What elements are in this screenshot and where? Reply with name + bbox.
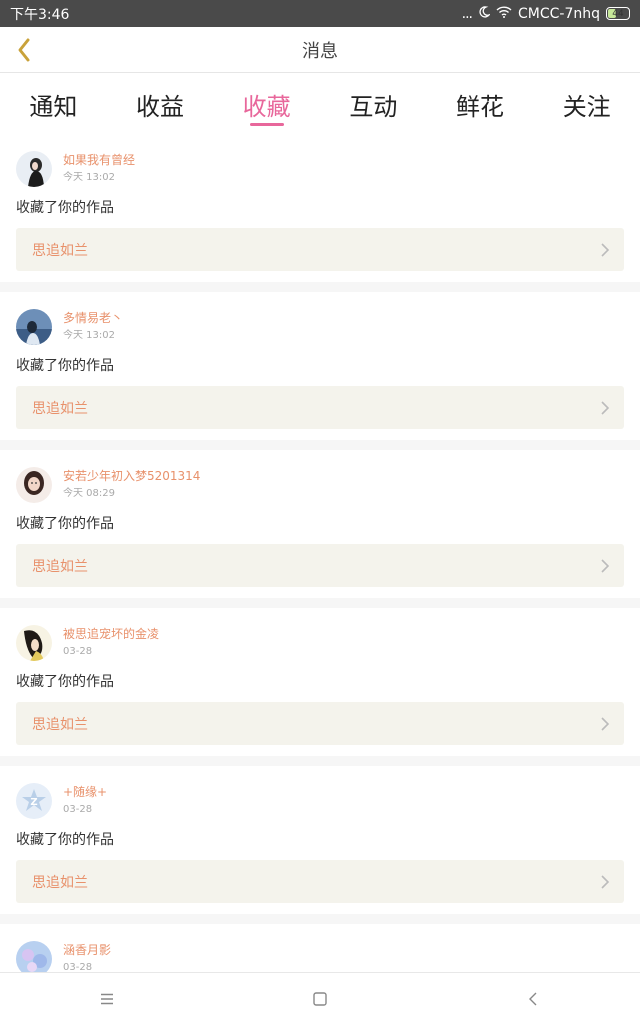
battery-level: 44 <box>612 8 624 19</box>
status-bar: 下午3:46 ... CMCC-7nhq 44 <box>0 0 640 27</box>
username[interactable]: 被思追宠坏的金凌 <box>63 626 159 642</box>
list-item: 如果我有曾经 今天 13:02 收藏了你的作品 思追如兰 <box>0 134 640 282</box>
square-home-icon <box>313 991 327 1006</box>
work-link[interactable]: 思追如兰 <box>16 386 624 429</box>
category-tabs: 通知 收益 收藏 互动 鲜花 关注 <box>0 74 640 134</box>
list-item: 多情易老丶 今天 13:02 收藏了你的作品 思追如兰 <box>0 292 640 440</box>
tab-favorites[interactable]: 收藏 <box>213 74 320 134</box>
menu-icon <box>100 993 113 1004</box>
list-item: 被思追宠坏的金凌 03-28 收藏了你的作品 思追如兰 <box>0 608 640 756</box>
chevron-right-icon <box>601 558 610 573</box>
list-item: Z +随缘+ 03-28 收藏了你的作品 思追如兰 <box>0 766 640 914</box>
avatar[interactable] <box>16 309 52 345</box>
chevron-right-icon <box>601 874 610 889</box>
work-link[interactable]: 思追如兰 <box>16 544 624 587</box>
list-item: 涵香月影 03-28 <box>0 924 640 972</box>
tab-interactions[interactable]: 互动 <box>320 74 427 134</box>
home-button[interactable] <box>290 979 350 1019</box>
username[interactable]: 如果我有曾经 <box>63 152 135 168</box>
avatar[interactable] <box>16 467 52 503</box>
action-text: 收藏了你的作品 <box>16 358 114 374</box>
work-link[interactable]: 思追如兰 <box>16 860 624 903</box>
avatar[interactable]: Z <box>16 783 52 819</box>
back-button[interactable] <box>6 32 42 68</box>
more-dots-icon: ... <box>461 5 473 22</box>
timestamp: 今天 13:02 <box>63 172 115 183</box>
svg-text:Z: Z <box>30 797 37 808</box>
tab-label: 收益 <box>136 92 184 121</box>
status-indicators: ... CMCC-7nhq 44 <box>462 6 630 22</box>
system-nav-bar <box>0 972 640 1024</box>
work-title: 思追如兰 <box>32 400 88 417</box>
action-text: 收藏了你的作品 <box>16 674 114 690</box>
chevron-right-icon <box>601 716 610 731</box>
triangle-back-icon <box>529 992 537 1005</box>
tab-follows[interactable]: 关注 <box>533 74 640 134</box>
tab-flowers[interactable]: 鲜花 <box>427 74 534 134</box>
avatar[interactable] <box>16 151 52 187</box>
action-text: 收藏了你的作品 <box>16 832 114 848</box>
avatar[interactable] <box>16 941 52 972</box>
username[interactable]: 多情易老丶 <box>63 310 123 326</box>
work-title: 思追如兰 <box>32 558 88 575</box>
action-text: 收藏了你的作品 <box>16 516 114 532</box>
tab-label: 收藏 <box>242 92 291 121</box>
top-bar: 消息 <box>0 27 640 73</box>
moon-icon <box>478 5 491 22</box>
username[interactable]: +随缘+ <box>63 784 107 800</box>
tab-label: 关注 <box>562 92 611 121</box>
username[interactable]: 涵香月影 <box>63 942 111 958</box>
work-link[interactable]: 思追如兰 <box>16 228 624 271</box>
timestamp: 今天 08:29 <box>63 488 115 499</box>
network-name: CMCC-7nhq <box>518 5 600 22</box>
status-time: 下午3:46 <box>10 6 70 23</box>
list-item: 安若少年初入梦5201314 今天 08:29 收藏了你的作品 思追如兰 <box>0 450 640 598</box>
system-back-button[interactable] <box>503 979 563 1019</box>
timestamp: 今天 13:02 <box>63 330 115 341</box>
work-title: 思追如兰 <box>32 242 88 259</box>
chevron-left-icon <box>18 38 30 62</box>
menu-button[interactable] <box>77 979 137 1019</box>
chevron-right-icon <box>601 242 610 257</box>
action-text: 收藏了你的作品 <box>16 200 114 216</box>
timestamp: 03-28 <box>63 646 93 657</box>
work-title: 思追如兰 <box>32 874 88 891</box>
tab-earnings[interactable]: 收益 <box>107 74 214 134</box>
timestamp: 03-28 <box>63 804 93 815</box>
chevron-right-icon <box>601 400 610 415</box>
avatar[interactable] <box>16 625 52 661</box>
work-title: 思追如兰 <box>32 716 88 733</box>
tab-label: 通知 <box>29 92 78 121</box>
page-title: 消息 <box>302 40 338 62</box>
tab-label: 鲜花 <box>456 92 505 121</box>
favorites-feed[interactable]: 如果我有曾经 今天 13:02 收藏了你的作品 思追如兰 多情易老丶 今天 13… <box>0 134 640 972</box>
username[interactable]: 安若少年初入梦5201314 <box>63 468 200 484</box>
work-link[interactable]: 思追如兰 <box>16 702 624 745</box>
tab-notifications[interactable]: 通知 <box>0 74 107 134</box>
wifi-icon <box>496 5 512 22</box>
battery-icon: 44 <box>606 7 630 20</box>
tab-label: 互动 <box>349 92 398 121</box>
timestamp: 03-28 <box>63 962 93 972</box>
